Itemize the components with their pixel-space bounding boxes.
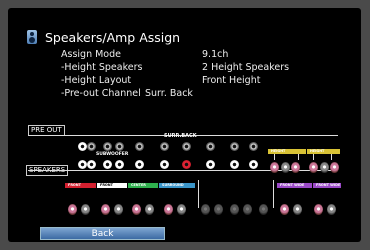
preout-jack [230,142,239,151]
speaker-terminal-unused [259,204,268,215]
group-divider [273,180,274,208]
speaker-terminal [101,204,110,215]
speaker-terminal [81,204,90,215]
front-white-bar: FRONT [97,183,127,188]
front-wide-left-bar: FRONT WIDE [277,183,312,188]
speaker-terminal [314,204,323,215]
speaker-terminal-unused [214,204,223,215]
assign-screen: Speakers/Amp Assign Assign Mode 9.1ch -H… [8,8,361,242]
page-title: Speakers/Amp Assign [45,30,181,45]
preout-jack [78,160,87,169]
preout-jack [115,160,124,169]
preout-jack [103,160,112,169]
speaker-terminal [327,204,336,215]
front-red-bar: FRONT [65,183,96,188]
speaker-terminal-unused [230,204,239,215]
assign-mode-value: 9.1ch [202,49,229,60]
preout-jack [78,142,87,151]
back-button[interactable]: Back [40,227,165,240]
height-terminal [320,162,329,173]
height-terminal [330,162,339,173]
center-bar: CENTER [128,183,158,188]
preout-jack [160,160,169,169]
preout-jack [182,142,191,151]
preout-jack [135,142,144,151]
speaker-terminal [114,204,123,215]
preout-jack [206,160,215,169]
speaker-terminal [280,204,289,215]
height-speakers-value: 2 Height Speakers [202,62,290,73]
bar-connector [274,154,275,160]
speaker-icon [27,30,37,44]
preout-jack [115,142,124,151]
bar-connector [331,154,332,160]
preout-jack [206,142,215,151]
preout-jack [135,160,144,169]
subwoofer-label: SUBWOOFER [96,152,129,157]
preout-jack [249,142,258,151]
height-terminal [270,162,279,173]
speaker-terminal-unused [201,204,210,215]
speaker-terminal [145,204,154,215]
group-divider [198,180,199,208]
preout-jack [230,160,239,169]
surr-back-label: SURR.BACK [164,133,197,139]
assign-mode-label: Assign Mode [61,49,121,60]
height-layout-value: Front Height [202,75,261,86]
preout-jack [87,142,96,151]
height-terminal [291,162,300,173]
preout-channel-label: -Pre-out Channel [61,88,141,99]
preout-jack [87,160,96,169]
speaker-terminal-unused [243,204,252,215]
height-speakers-label: -Height Speakers [61,62,143,73]
speaker-terminal [68,204,77,215]
preout-jack [249,160,258,169]
height-layout-label: -Height Layout [61,75,132,86]
preout-jack [160,142,169,151]
height-terminal [281,162,290,173]
speaker-terminal [177,204,186,215]
speaker-terminal [293,204,302,215]
height-right-bar: HEIGHT [307,149,340,154]
preout-jack [103,142,112,151]
speaker-terminal [164,204,173,215]
preout-channel-value: Surr. Back [145,88,193,99]
bar-connector [313,154,314,160]
height-terminal [309,162,318,173]
speaker-terminal [132,204,141,215]
surr-back-preout-jack [182,160,191,169]
front-wide-right-bar: FRONT WIDE [313,183,341,188]
surround-bar: SURROUND [159,183,195,188]
bar-connector [298,154,299,160]
